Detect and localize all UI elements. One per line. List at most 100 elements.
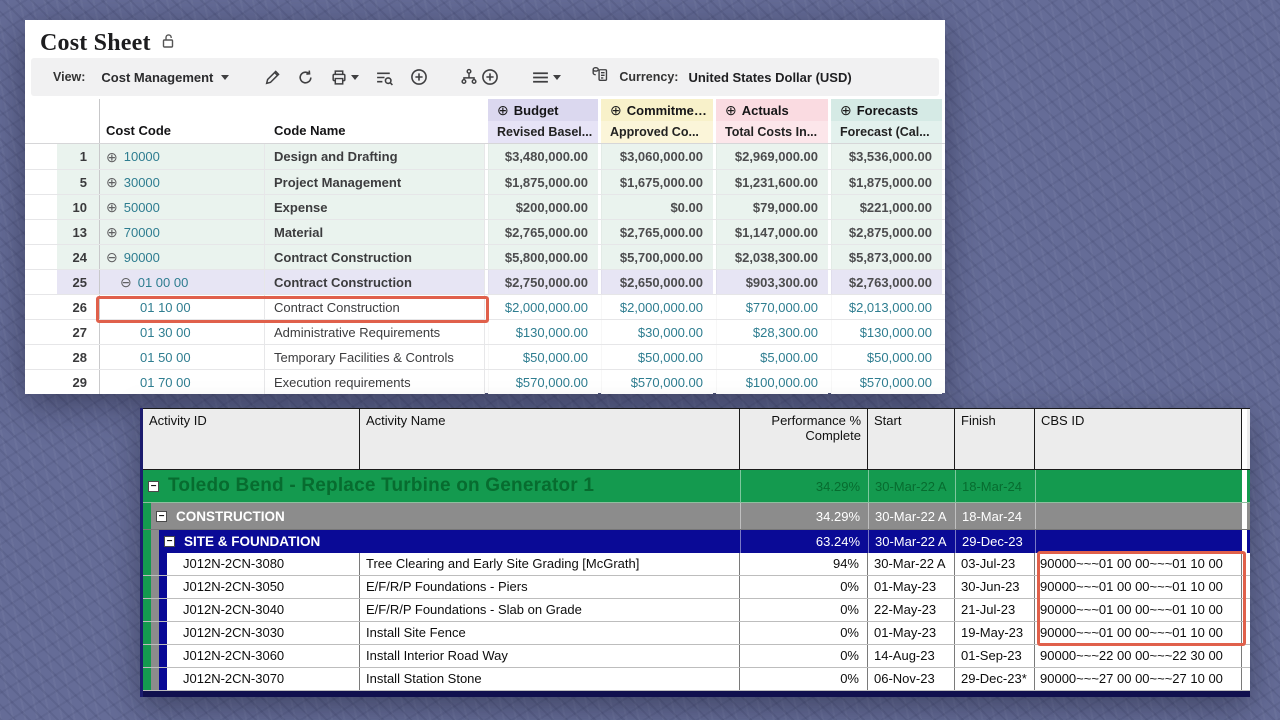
money-cell[interactable]: $100,000.00 [716, 370, 828, 394]
circle-plus-icon[interactable]: ⊕ [106, 225, 118, 239]
print-button[interactable] [327, 66, 362, 89]
activity-name-cell[interactable]: Install Interior Road Way [360, 645, 740, 667]
circle-plus-icon[interactable]: ⊕ [610, 103, 622, 117]
schedule-column-header-2[interactable]: Performance % Complete [740, 409, 868, 469]
cost-row-27[interactable]: 27 01 30 00 Administrative Requirements$… [25, 319, 945, 344]
circle-plus-icon[interactable]: ⊕ [840, 103, 852, 117]
cost-row-5[interactable]: 5 ⊕30000 Project Management$1,875,000.00… [25, 169, 945, 194]
activity-name-cell[interactable]: Tree Clearing and Early Site Grading [Mc… [360, 553, 740, 575]
activity-row[interactable]: J012N-2CN-3040 E/F/R/P Foundations - Sla… [143, 599, 1250, 622]
cost-code-link[interactable]: 01 00 00 [138, 275, 189, 290]
activity-row[interactable]: J012N-2CN-3080 Tree Clearing and Early S… [143, 553, 1250, 576]
code-name-header[interactable]: Code Name [265, 99, 485, 143]
activity-id-cell[interactable]: J012N-2CN-3080 [167, 553, 360, 575]
group-row-project[interactable]: − Toledo Bend - Replace Turbine on Gener… [143, 470, 1250, 503]
cost-code-link[interactable]: 01 10 00 [140, 300, 191, 315]
cost-code-link[interactable]: 70000 [124, 225, 160, 240]
add-cbs-button[interactable] [457, 65, 502, 89]
pct-cell[interactable]: 0% [740, 668, 868, 690]
group-header-2[interactable]: ⊕ Actuals [716, 99, 828, 121]
circle-minus-icon[interactable]: ⊖ [120, 275, 132, 289]
cost-code-header[interactable]: Cost Code [100, 99, 265, 143]
cbs-id-cell[interactable]: 90000~~~22 00 00~~~22 30 00 [1035, 645, 1242, 667]
collapse-icon[interactable]: − [148, 481, 159, 492]
cbs-id-cell[interactable]: 90000~~~01 00 00~~~01 10 00 [1035, 576, 1242, 598]
collapse-icon[interactable]: − [156, 511, 167, 522]
money-cell[interactable]: $770,000.00 [716, 295, 828, 319]
money-cell[interactable]: $2,013,000.00 [831, 295, 942, 319]
cost-row-24[interactable]: 24 ⊖90000 Contract Construction$5,800,00… [25, 244, 945, 269]
menu-button[interactable] [528, 67, 564, 88]
money-cell[interactable]: $570,000.00 [601, 370, 713, 394]
group-header-1[interactable]: ⊕ Commitme… [601, 99, 713, 121]
cost-code-link[interactable]: 90000 [124, 250, 160, 265]
activity-row[interactable]: J012N-2CN-3030 Install Site Fence 0% 01-… [143, 622, 1250, 645]
finish-cell[interactable]: 01-Sep-23 [955, 645, 1035, 667]
cost-row-13[interactable]: 13 ⊕70000 Material$2,765,000.00$2,765,00… [25, 219, 945, 244]
group-row-wbs1[interactable]: − CONSTRUCTION 34.29% 30-Mar-22 A 18-Mar… [143, 503, 1250, 530]
finish-cell[interactable]: 29-Dec-23* [955, 668, 1035, 690]
sub-header-2[interactable]: Total Costs In... [716, 121, 828, 143]
group-row-wbs2[interactable]: − SITE & FOUNDATION 63.24% 30-Mar-22 A 2… [143, 530, 1250, 553]
edit-button[interactable] [261, 66, 284, 89]
group-header-3[interactable]: ⊕ Forecasts [831, 99, 942, 121]
cost-code-link[interactable]: 01 30 00 [140, 325, 191, 340]
money-cell[interactable]: $570,000.00 [831, 370, 942, 394]
cbs-id-cell[interactable]: 90000~~~27 00 00~~~27 10 00 [1035, 668, 1242, 690]
finish-cell[interactable]: 21-Jul-23 [955, 599, 1035, 621]
money-cell[interactable]: $130,000.00 [831, 320, 942, 344]
schedule-column-header-0[interactable]: Activity ID [143, 409, 360, 469]
money-cell[interactable]: $2,000,000.00 [601, 295, 713, 319]
money-cell[interactable]: $130,000.00 [488, 320, 598, 344]
filter-search-button[interactable] [372, 66, 397, 89]
money-cell[interactable]: $50,000.00 [601, 345, 713, 369]
pct-cell[interactable]: 0% [740, 645, 868, 667]
schedule-column-header-4[interactable]: Finish [955, 409, 1035, 469]
sub-header-3[interactable]: Forecast (Cal... [831, 121, 942, 143]
activity-id-cell[interactable]: J012N-2CN-3030 [167, 622, 360, 644]
pct-cell[interactable]: 0% [740, 622, 868, 644]
cost-row-1[interactable]: 1 ⊕10000 Design and Drafting$3,480,000.0… [25, 144, 945, 169]
pct-cell[interactable]: 0% [740, 576, 868, 598]
finish-cell[interactable]: 19-May-23 [955, 622, 1035, 644]
start-cell[interactable]: 01-May-23 [868, 622, 955, 644]
finish-cell[interactable]: 30-Jun-23 [955, 576, 1035, 598]
start-cell[interactable]: 30-Mar-22 A [868, 553, 955, 575]
circle-plus-icon[interactable]: ⊕ [106, 200, 118, 214]
view-selector[interactable]: Cost Management [95, 66, 235, 89]
refresh-button[interactable] [294, 66, 317, 89]
circle-plus-icon[interactable]: ⊕ [106, 150, 118, 164]
cost-row-26[interactable]: 26 01 10 00 Contract Construction$2,000,… [25, 294, 945, 319]
sub-header-0[interactable]: Revised Basel... [488, 121, 598, 143]
activity-id-cell[interactable]: J012N-2CN-3040 [167, 599, 360, 621]
cost-row-10[interactable]: 10 ⊕50000 Expense$200,000.00$0.00$79,000… [25, 194, 945, 219]
money-cell[interactable]: $30,000.00 [601, 320, 713, 344]
money-cell[interactable]: $570,000.00 [488, 370, 598, 394]
cost-code-link[interactable]: 01 70 00 [140, 375, 191, 390]
money-cell[interactable]: $50,000.00 [831, 345, 942, 369]
pct-cell[interactable]: 94% [740, 553, 868, 575]
circle-plus-icon[interactable]: ⊕ [497, 103, 509, 117]
cost-code-link[interactable]: 01 50 00 [140, 350, 191, 365]
cost-row-28[interactable]: 28 01 50 00 Temporary Facilities & Contr… [25, 344, 945, 369]
cost-code-link[interactable]: 10000 [124, 149, 160, 164]
add-row-button[interactable] [407, 65, 431, 89]
group-header-0[interactable]: ⊕ Budget [488, 99, 598, 121]
activity-name-cell[interactable]: E/F/R/P Foundations - Slab on Grade [360, 599, 740, 621]
circle-plus-icon[interactable]: ⊕ [106, 175, 118, 189]
schedule-column-header-1[interactable]: Activity Name [360, 409, 740, 469]
collapse-icon[interactable]: − [164, 536, 175, 547]
start-cell[interactable]: 01-May-23 [868, 576, 955, 598]
money-cell[interactable]: $5,000.00 [716, 345, 828, 369]
cost-code-link[interactable]: 50000 [124, 200, 160, 215]
money-cell[interactable]: $2,000,000.00 [488, 295, 598, 319]
circle-plus-icon[interactable]: ⊕ [725, 103, 737, 117]
activity-id-cell[interactable]: J012N-2CN-3050 [167, 576, 360, 598]
start-cell[interactable]: 14-Aug-23 [868, 645, 955, 667]
schedule-column-header-3[interactable]: Start [868, 409, 955, 469]
activity-name-cell[interactable]: Install Site Fence [360, 622, 740, 644]
cbs-id-cell[interactable]: 90000~~~01 00 00~~~01 10 00 [1035, 599, 1242, 621]
money-cell[interactable]: $50,000.00 [488, 345, 598, 369]
circle-minus-icon[interactable]: ⊖ [106, 250, 118, 264]
schedule-column-header-5[interactable]: CBS ID [1035, 409, 1242, 469]
